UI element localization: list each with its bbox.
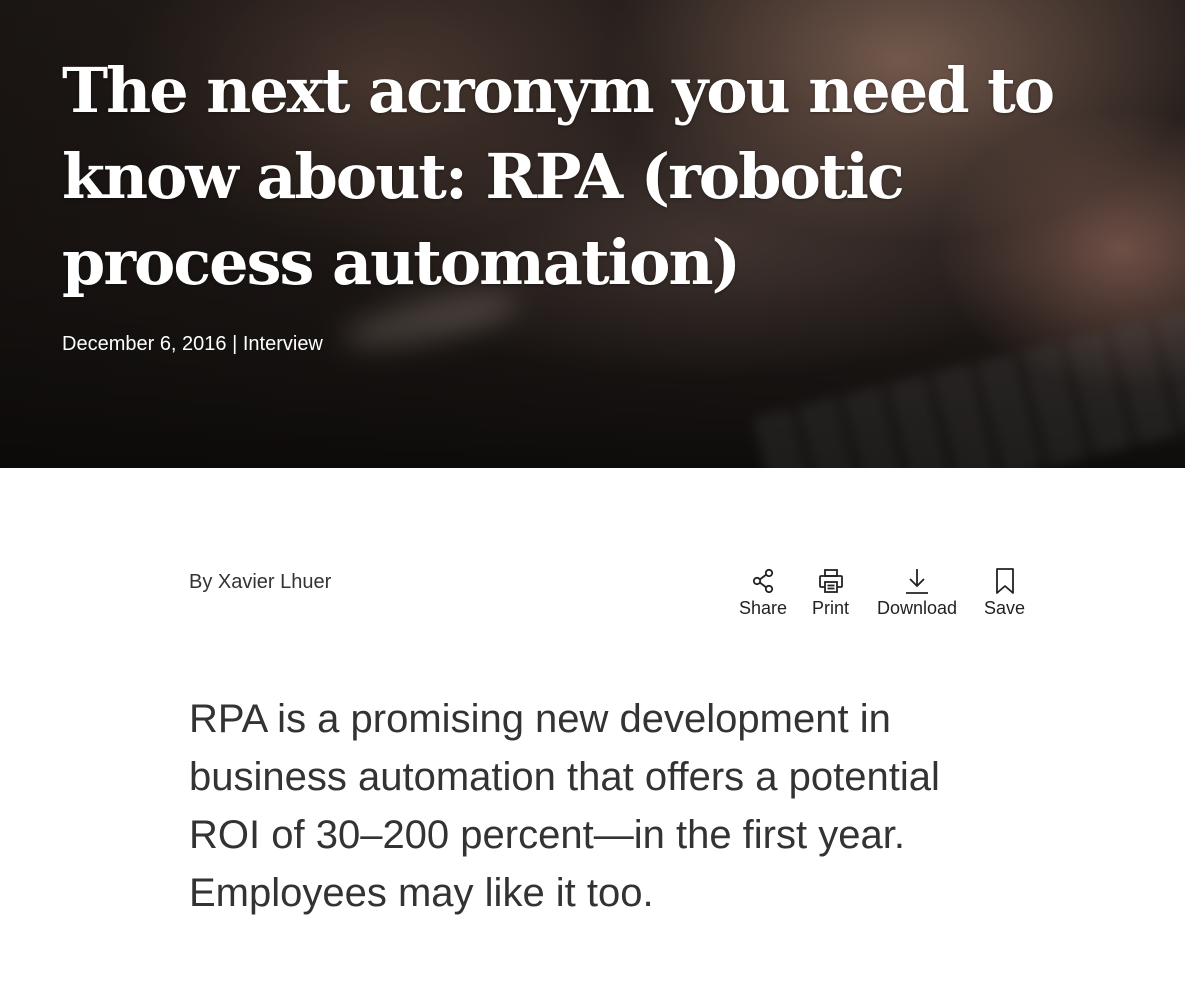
download-label: Download [877,598,958,618]
download-button[interactable]: Download [877,566,957,619]
print-icon [816,566,846,596]
print-label: Print [812,598,850,618]
download-icon [902,566,932,596]
bookmark-icon [990,566,1020,596]
print-button[interactable]: Print [812,566,849,619]
share-icon [748,566,778,596]
article-actions: Share Print Download Save [0,566,1185,626]
save-button[interactable]: Save [984,566,1025,619]
article-title: The next acronym you need to know about:… [62,54,1055,299]
hero-banner: The next acronym you need to know about:… [0,0,1185,468]
article-summary: RPA is a promising new development in bu… [189,697,940,915]
save-label: Save [984,598,1026,618]
share-button[interactable]: Share [739,566,787,619]
article-date-type: December 6, 2016 | Interview [62,333,323,355]
share-label: Share [739,598,788,618]
